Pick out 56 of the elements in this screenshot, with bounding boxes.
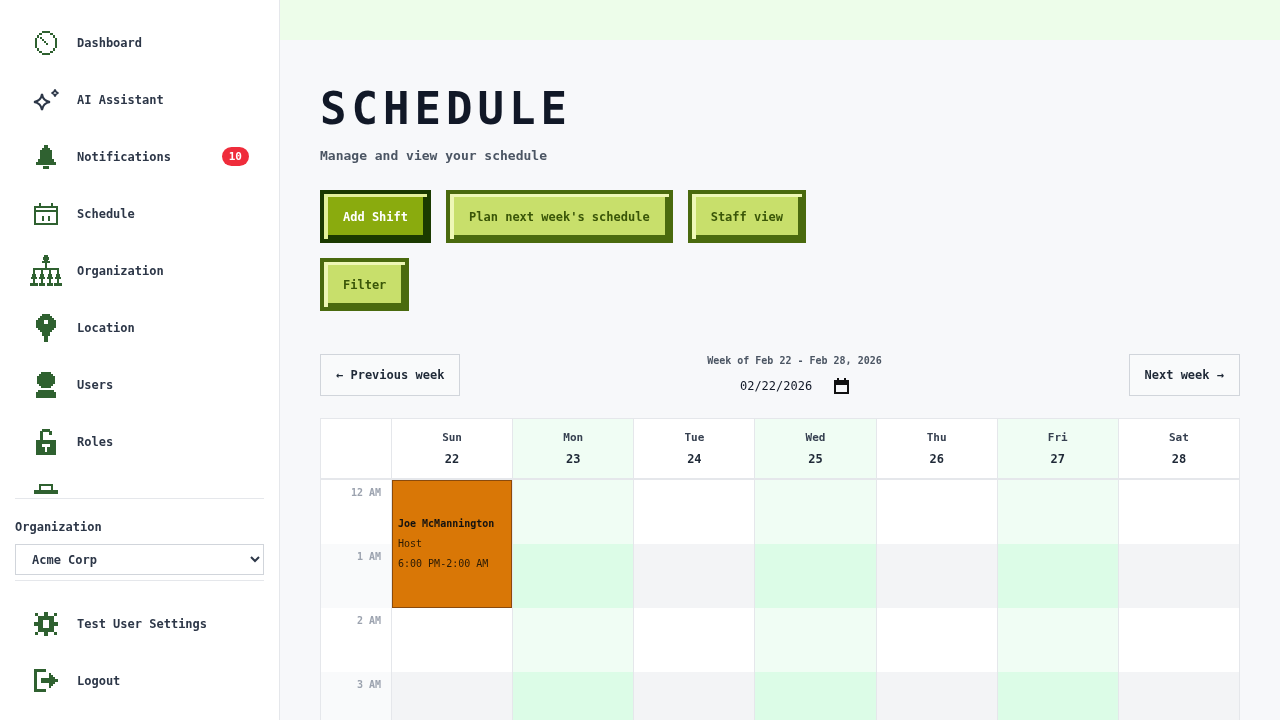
nav-item[interactable]: Location xyxy=(30,313,135,342)
page-title: SCHEDULE xyxy=(320,83,573,135)
nav-item[interactable]: Notifications xyxy=(30,144,171,169)
shift-time: 6:00 PM-2:00 AM xyxy=(398,557,489,571)
day-name: Wed xyxy=(805,431,826,445)
day-date: 22 xyxy=(444,451,460,467)
organization-label: Organization xyxy=(15,519,103,535)
nav-item[interactable]: Test User Settings xyxy=(30,611,208,636)
nav-item[interactable]: AI Assistant xyxy=(30,88,164,111)
day-name: Fri xyxy=(1047,431,1068,445)
shift-role: Host xyxy=(398,537,423,551)
bell-icon xyxy=(36,144,56,169)
day-name: Tue xyxy=(684,431,705,445)
gauge-icon xyxy=(34,30,58,55)
previous-week-button[interactable]: ← Previous week xyxy=(320,354,461,396)
nav-item[interactable]: Logout xyxy=(30,669,121,692)
nav-item[interactable]: Roles xyxy=(30,428,114,455)
day-date: 23 xyxy=(566,451,581,467)
time-label: 3 AM xyxy=(356,678,381,692)
day-name: Sat xyxy=(1169,431,1189,445)
day-date: 26 xyxy=(929,451,944,467)
org-chart-icon xyxy=(30,255,62,286)
day-name: Mon xyxy=(563,431,584,445)
settings-icon xyxy=(34,611,58,636)
time-label: 2 AM xyxy=(356,614,381,628)
day-date: 27 xyxy=(1050,451,1065,467)
nav-item[interactable]: Dashboard xyxy=(30,30,143,55)
next-week-button[interactable]: Next week → xyxy=(1128,354,1240,396)
day-date: 25 xyxy=(808,451,823,467)
day-name: Thu xyxy=(926,431,947,445)
action-button[interactable]: Filter xyxy=(320,258,410,311)
map-pin-icon xyxy=(36,313,56,342)
calendar-icon[interactable] xyxy=(833,378,849,394)
page-subtitle: Manage and view your schedule xyxy=(320,148,548,164)
briefcase-icon xyxy=(34,484,58,494)
time-label: 12 AM xyxy=(350,486,381,500)
day-date: 24 xyxy=(687,451,702,467)
date-field[interactable]: 02/22/2026 xyxy=(739,379,824,393)
nav-item[interactable]: Schedule xyxy=(30,202,135,225)
week-range-label: Week of Feb 22 - Feb 28, 2026 xyxy=(707,354,882,368)
shift-card[interactable]: Joe McMannington Host 6:00 PM-2:00 AM xyxy=(392,480,513,608)
organization-select[interactable]: Acme Corp xyxy=(15,544,264,575)
padlock-icon xyxy=(36,428,56,455)
sparkle-icon xyxy=(32,88,60,111)
calendar-icon xyxy=(34,202,58,225)
day-name: Sun xyxy=(442,431,462,445)
user-icon xyxy=(34,371,58,398)
shift-name: Joe McMannington xyxy=(398,517,495,531)
logout-icon xyxy=(34,669,58,692)
time-label: 1 AM xyxy=(356,550,381,564)
notification-badge: 10 xyxy=(221,147,249,166)
nav-item[interactable]: Users xyxy=(30,371,114,398)
nav-item[interactable]: Organization xyxy=(30,255,164,286)
action-button[interactable]: Plan next week's schedule xyxy=(446,190,673,243)
day-date: 28 xyxy=(1171,451,1187,467)
action-button[interactable]: Staff view xyxy=(687,190,806,243)
